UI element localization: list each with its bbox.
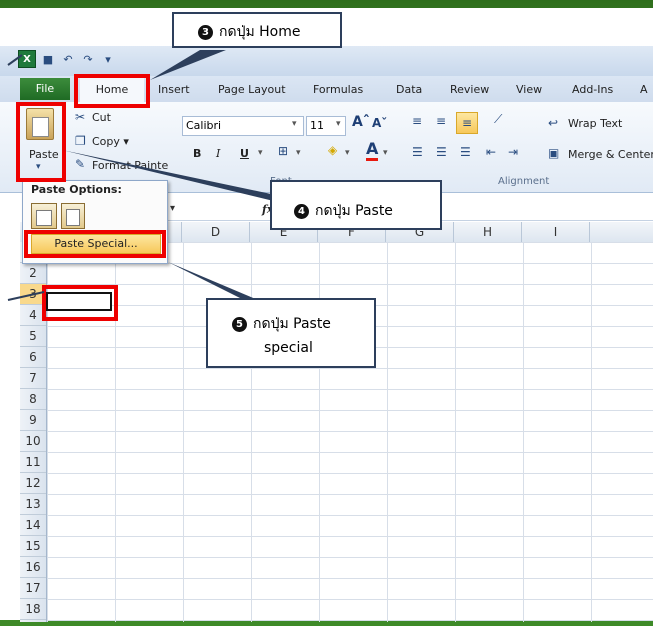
align-right-icon[interactable]: ☰ [460,145,471,159]
paste-option-keep-format-icon[interactable] [31,203,57,229]
font-size-chevron-down-icon[interactable]: ▾ [336,119,341,129]
undo-icon[interactable]: ↶ [60,51,76,67]
highlight-paste-button [16,102,66,182]
callout-step-4: 4 กดปุ่ม Paste [270,180,442,230]
save-icon[interactable]: ■ [40,51,56,67]
orientation-icon[interactable]: ⟋ [494,112,502,127]
row-header[interactable]: 9 [20,410,46,431]
callout-step-3: 3 กดปุ่ม Home [172,12,342,48]
column-header-d[interactable]: D [182,222,250,242]
quick-access-toolbar: X ■ ↶ ↷ ▾ [18,50,116,68]
borders-icon[interactable]: ⊞ [278,144,288,158]
step-5-number-badge: 5 [232,317,247,332]
tab-insert[interactable]: Insert [158,80,190,100]
step-3-number-badge: 3 [198,25,213,40]
align-bottom-icon[interactable]: ≡ [456,112,478,134]
alignment-group-label: Alignment [498,176,550,187]
format-painter-button[interactable]: Format Painter [92,159,168,172]
font-color-icon[interactable]: A [366,140,379,161]
name-box-chevron-down-icon[interactable]: ▾ [170,203,175,214]
row-header[interactable]: 15 [20,536,46,557]
highlight-home-tab [74,74,150,108]
row-header[interactable]: 6 [20,347,46,368]
paste-options-label: Paste Options: [31,183,122,196]
row-header[interactable]: 8 [20,389,46,410]
tab-review[interactable]: Review [450,80,489,100]
step-3-text: กดปุ่ม Home [219,24,301,40]
tab-view[interactable]: View [516,80,542,100]
borders-chevron-down-icon[interactable]: ▾ [296,148,301,158]
align-top-icon[interactable]: ≡ [412,114,422,128]
tab-data[interactable]: Data [396,80,422,100]
row-header[interactable]: 10 [20,431,46,452]
step-4-text: กดปุ่ม Paste [315,203,393,219]
wrap-text-button[interactable]: Wrap Text [568,117,622,130]
customize-qat-icon[interactable]: ▾ [100,51,116,67]
fill-color-icon[interactable]: ◈ [328,143,337,157]
shrink-font-button[interactable]: Aˇ [372,116,387,130]
fill-color-chevron-down-icon[interactable]: ▾ [345,148,350,158]
excel-logo-icon[interactable]: X [18,50,36,68]
wrap-text-icon[interactable]: ↩ [548,116,558,130]
copy-icon[interactable]: ❐ [75,134,86,148]
underline-chevron-down-icon[interactable]: ▾ [258,148,263,158]
align-middle-icon[interactable]: ≡ [436,114,446,128]
font-name-select[interactable]: Calibri [182,116,304,136]
tab-add-ins[interactable]: Add-Ins [572,80,613,100]
row-header[interactable]: 5 [20,326,46,347]
cut-icon[interactable]: ✂ [75,110,85,124]
tab-more[interactable]: A [640,80,648,100]
tab-page-layout[interactable]: Page Layout [218,80,286,100]
column-header-h[interactable]: H [454,222,522,242]
increase-indent-icon[interactable]: ⇥ [508,145,518,159]
highlight-paste-special [24,230,166,258]
step-4-number-badge: 4 [294,204,309,219]
paste-option-values-icon[interactable] [61,203,85,229]
copy-button[interactable]: Copy ▾ [92,135,129,148]
row-header[interactable]: 7 [20,368,46,389]
tab-formulas[interactable]: Formulas [313,80,363,100]
callout-step-5: 5 กดปุ่ม Paste special [206,298,376,368]
merge-center-button[interactable]: Merge & Center [568,148,653,161]
underline-button[interactable]: U [240,147,249,160]
grow-font-button[interactable]: Aˆ [352,114,370,130]
redo-icon[interactable]: ↷ [80,51,96,67]
row-header[interactable]: 16 [20,557,46,578]
align-left-icon[interactable]: ☰ [412,145,423,159]
font-name-chevron-down-icon[interactable]: ▾ [292,119,297,129]
italic-button[interactable]: I [216,147,220,160]
row-header[interactable]: 18 [20,599,46,620]
column-header-i[interactable]: I [522,222,590,242]
cut-button[interactable]: Cut [92,111,111,124]
row-header[interactable]: 13 [20,494,46,515]
bold-button[interactable]: B [193,147,201,160]
highlight-cell-b3 [42,285,118,321]
decrease-indent-icon[interactable]: ⇤ [486,145,496,159]
align-center-icon[interactable]: ☰ [436,145,447,159]
font-color-chevron-down-icon[interactable]: ▾ [383,148,388,158]
step-5-text-line2: special [264,340,313,356]
row-header[interactable]: 11 [20,452,46,473]
row-header[interactable]: 12 [20,473,46,494]
row-header[interactable]: 14 [20,515,46,536]
row-header[interactable]: 2 [20,263,46,284]
tab-file[interactable]: File [20,78,70,100]
merge-center-icon[interactable]: ▣ [548,146,559,160]
step-5-text-line1: กดปุ่ม Paste [253,316,331,332]
row-header[interactable]: 17 [20,578,46,599]
format-painter-icon[interactable]: ✎ [75,157,85,171]
